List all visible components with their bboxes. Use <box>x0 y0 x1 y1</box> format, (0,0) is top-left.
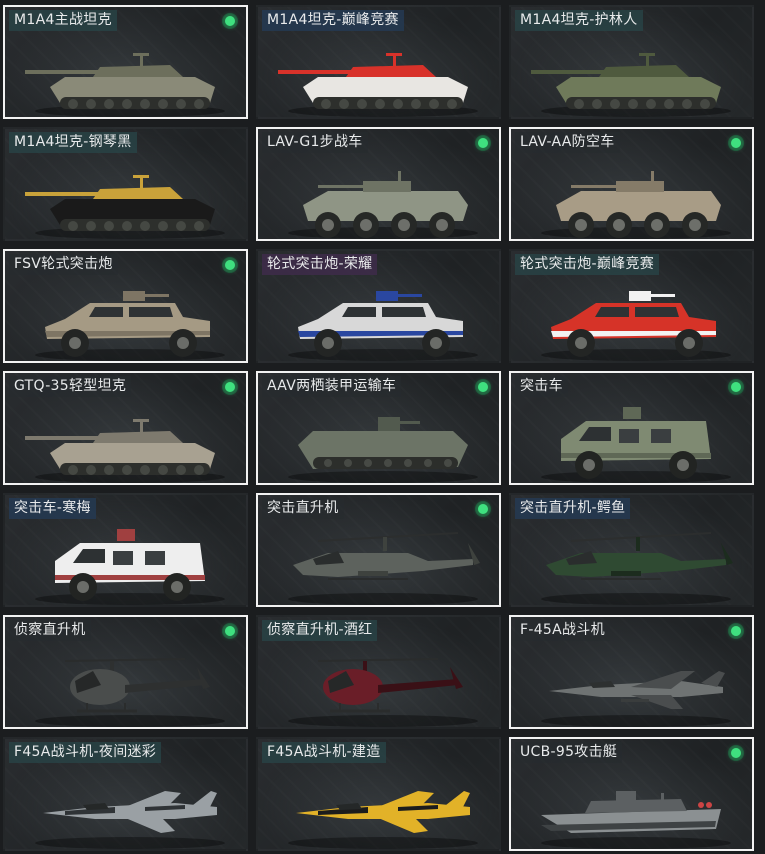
owned-indicator-icon <box>728 623 744 639</box>
owned-indicator-icon <box>728 135 744 151</box>
vehicle-card[interactable]: LAV-AA防空车 <box>509 127 754 241</box>
vehicle-card[interactable]: F-45A战斗机 <box>509 615 754 729</box>
vehicle-name: M1A4坦克-钢琴黑 <box>9 132 137 153</box>
vehicle-image <box>288 791 478 849</box>
vehicle-name: F45A战斗机-建造 <box>262 742 386 763</box>
vehicle-card[interactable]: AAV两栖装甲运输车 <box>256 371 501 485</box>
vehicle-card[interactable]: F45A战斗机-建造 <box>256 737 501 851</box>
vehicle-image <box>541 407 731 483</box>
vehicle-name: 突击车 <box>515 376 568 397</box>
vehicle-card[interactable]: 突击直升机-鳄鱼 <box>509 493 754 607</box>
vehicle-name: AAV两栖装甲运输车 <box>262 376 402 397</box>
vehicle-name: 轮式突击炮-巅峰竞赛 <box>515 254 660 275</box>
owned-indicator-icon <box>728 379 744 395</box>
vehicle-name: LAV-G1步战车 <box>262 132 368 153</box>
vehicle-card[interactable]: M1A4坦克-钢琴黑 <box>3 127 248 241</box>
vehicle-name: M1A4坦克-巅峰竞赛 <box>262 10 404 31</box>
vehicle-card[interactable]: LAV-G1步战车 <box>256 127 501 241</box>
vehicle-grid: M1A4主战坦克 M1A4坦克-巅峰竞赛 M1A4坦克-护林人 M1A4坦克-钢… <box>0 0 765 854</box>
owned-indicator-icon <box>222 257 238 273</box>
vehicle-name: 突击直升机-鳄鱼 <box>515 498 631 519</box>
vehicle-image <box>288 658 478 727</box>
vehicle-card[interactable]: 突击直升机 <box>256 493 501 607</box>
vehicle-card[interactable]: M1A4主战坦克 <box>3 5 248 119</box>
vehicle-image <box>288 532 480 605</box>
vehicle-image <box>35 791 225 849</box>
vehicle-name: M1A4主战坦克 <box>9 10 117 31</box>
vehicle-image <box>35 658 225 727</box>
owned-indicator-icon <box>728 745 744 761</box>
vehicle-card[interactable]: M1A4坦克-护林人 <box>509 5 754 119</box>
vehicle-image <box>25 53 225 117</box>
owned-indicator-icon <box>222 623 238 639</box>
vehicle-card[interactable]: F45A战斗机-夜间迷彩 <box>3 737 248 851</box>
owned-indicator-icon <box>475 135 491 151</box>
vehicle-card[interactable]: M1A4坦克-巅峰竞赛 <box>256 5 501 119</box>
vehicle-image <box>35 529 225 605</box>
vehicle-name: 突击直升机 <box>262 498 344 519</box>
vehicle-image <box>531 53 731 117</box>
vehicle-image <box>541 671 731 727</box>
vehicle-image <box>278 53 478 117</box>
vehicle-image <box>541 791 731 849</box>
vehicle-card[interactable]: 突击车-寒梅 <box>3 493 248 607</box>
vehicle-name: FSV轮式突击炮 <box>9 254 118 275</box>
owned-indicator-icon <box>475 379 491 395</box>
vehicle-image <box>25 175 225 239</box>
vehicle-image <box>288 171 478 239</box>
owned-indicator-icon <box>222 13 238 29</box>
vehicle-card[interactable]: FSV轮式突击炮 <box>3 249 248 363</box>
vehicle-card[interactable]: 轮式突击炮-巅峰竞赛 <box>509 249 754 363</box>
vehicle-name: UCB-95攻击艇 <box>515 742 623 763</box>
vehicle-name: LAV-AA防空车 <box>515 132 620 153</box>
vehicle-card[interactable]: 侦察直升机 <box>3 615 248 729</box>
owned-indicator-icon <box>222 379 238 395</box>
vehicle-card[interactable]: GTQ-35轻型坦克 <box>3 371 248 485</box>
vehicle-card[interactable]: 轮式突击炮-荣耀 <box>256 249 501 363</box>
vehicle-name: 侦察直升机 <box>9 620 91 641</box>
vehicle-card[interactable]: 突击车 <box>509 371 754 485</box>
vehicle-name: 轮式突击炮-荣耀 <box>262 254 378 275</box>
vehicle-name: M1A4坦克-护林人 <box>515 10 643 31</box>
vehicle-name: F45A战斗机-夜间迷彩 <box>9 742 162 763</box>
vehicle-name: 侦察直升机-酒红 <box>262 620 378 641</box>
vehicle-image <box>541 291 731 361</box>
vehicle-image <box>35 291 225 361</box>
owned-indicator-icon <box>475 501 491 517</box>
vehicle-name: GTQ-35轻型坦克 <box>9 376 132 397</box>
vehicle-image <box>25 419 225 483</box>
vehicle-name: 突击车-寒梅 <box>9 498 96 519</box>
vehicle-image <box>541 171 731 239</box>
vehicle-card[interactable]: 侦察直升机-酒红 <box>256 615 501 729</box>
vehicle-card[interactable]: UCB-95攻击艇 <box>509 737 754 851</box>
vehicle-name: F-45A战斗机 <box>515 620 610 641</box>
vehicle-image <box>541 532 733 605</box>
vehicle-image <box>288 291 478 361</box>
vehicle-image <box>288 417 478 483</box>
